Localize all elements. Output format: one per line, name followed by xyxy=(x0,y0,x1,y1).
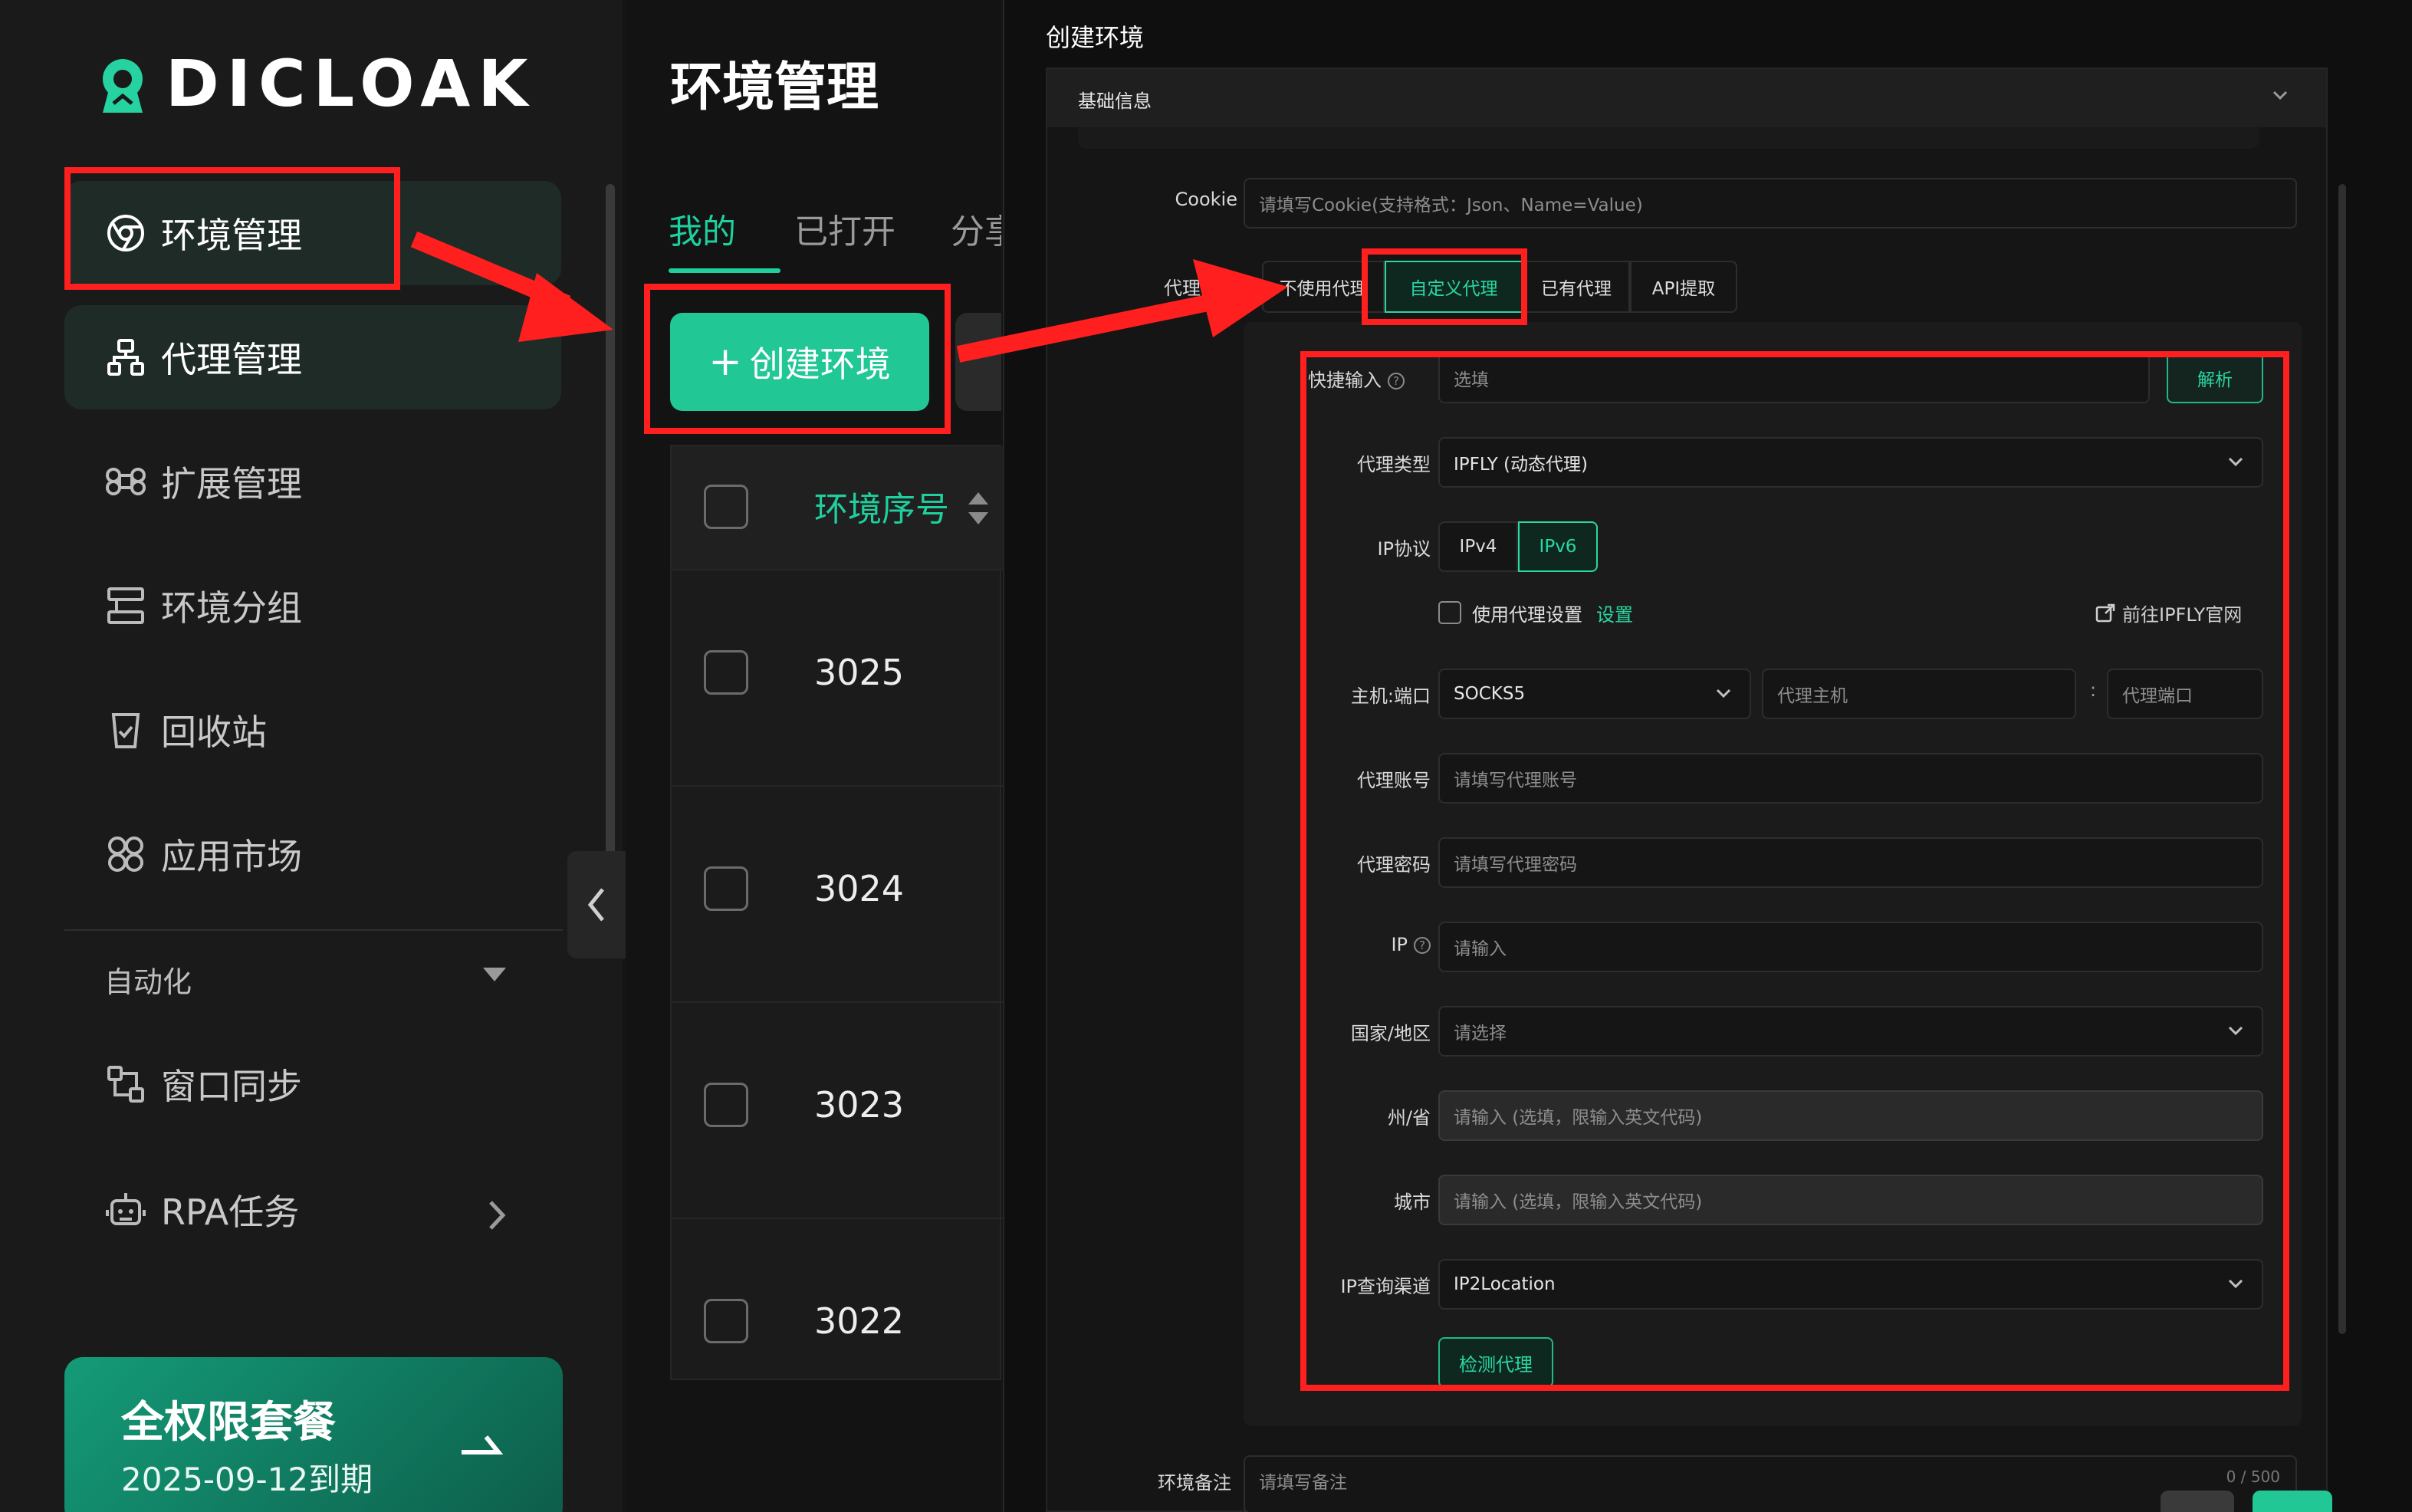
sidebar-divider xyxy=(64,929,563,931)
automation-group-title[interactable]: 自动化 xyxy=(104,958,192,1001)
sidebar-item-window-sync[interactable]: 窗口同步 xyxy=(64,1032,561,1136)
sidebar-item-env-group[interactable]: 环境分组 xyxy=(64,554,561,658)
sort-icon[interactable] xyxy=(967,491,990,526)
cookie-label: Cookie? xyxy=(1093,189,1260,210)
env-id: 3022 xyxy=(814,1300,905,1342)
env-id: 3023 xyxy=(814,1084,905,1126)
section-basic-info-label: 基础信息 xyxy=(1078,90,1152,112)
env-id: 3025 xyxy=(814,652,905,693)
env-list-panel: 环境管理 我的 已打开 分享 + 创建环境 环境序号 3025 3024 302… xyxy=(626,0,1003,1512)
select-all-checkbox[interactable] xyxy=(704,485,748,529)
cookie-label-text: Cookie xyxy=(1175,189,1237,210)
sidebar-item-label: 环境分组 xyxy=(161,587,302,629)
tab-opened[interactable]: 已打开 xyxy=(794,204,895,253)
sync-icon xyxy=(103,1061,149,1107)
brand-name: DICLOAK xyxy=(166,46,536,121)
sidebar-item-label: 应用市场 xyxy=(161,836,302,877)
apps-icon xyxy=(103,831,149,877)
proxy-option-label: 不使用代理 xyxy=(1279,279,1368,299)
table-row[interactable]: 3025 xyxy=(672,569,1003,785)
sidebar-item-label: 回收站 xyxy=(161,712,267,753)
collapse-sidebar-button[interactable] xyxy=(567,851,626,958)
sidebar-item-label: 代理管理 xyxy=(161,339,302,380)
page-title: 环境管理 xyxy=(670,58,879,118)
robot-icon xyxy=(103,1187,149,1233)
table-row[interactable]: 3023 xyxy=(672,1001,1003,1218)
highlight-create-env xyxy=(644,284,951,434)
note-placeholder: 请填写备注 xyxy=(1259,1473,1347,1493)
confirm-button[interactable] xyxy=(2253,1491,2332,1512)
note-label: 环境备注 xyxy=(1158,1472,1231,1494)
proxy-setting-label-text: 代理设置 xyxy=(1164,278,1237,299)
arrow-right-icon xyxy=(462,1435,504,1454)
table-row[interactable]: 3022 xyxy=(672,1218,1003,1434)
sidebar-item-label: RPA任务 xyxy=(161,1192,300,1233)
active-tab-indicator xyxy=(669,268,780,273)
drawer-scrollbar[interactable] xyxy=(2338,184,2346,1334)
drawer-title: 创建环境 xyxy=(1046,23,1145,52)
cookie-input[interactable]: 请填写Cookie(支持格式：Json、Name=Value) xyxy=(1244,178,2297,228)
env-table: 环境序号 3025 3024 3023 3022 xyxy=(670,445,1003,1380)
sidebar-item-label: 窗口同步 xyxy=(161,1066,302,1107)
tab-shared[interactable]: 分享 xyxy=(951,204,1001,253)
sidebar-item-recycle-bin[interactable]: 回收站 xyxy=(64,678,561,782)
plan-title: 全权限套餐 xyxy=(121,1398,336,1448)
cookie-placeholder: 请填写Cookie(支持格式：Json、Name=Value) xyxy=(1259,196,1643,215)
row-checkbox[interactable] xyxy=(704,866,748,911)
secondary-button[interactable] xyxy=(955,313,1001,411)
tab-mine[interactable]: 我的 xyxy=(669,204,736,253)
row-checkbox[interactable] xyxy=(704,1299,748,1343)
highlight-env-management xyxy=(64,167,400,290)
column-header-env-id[interactable]: 环境序号 xyxy=(814,482,949,531)
proxy-option-label: API提取 xyxy=(1651,279,1716,299)
brand-logo: DICLOAK xyxy=(90,46,535,121)
proxy-option-label: 已有代理 xyxy=(1541,279,1612,299)
table-row[interactable]: 3024 xyxy=(672,785,1003,1001)
sidebar-item-label: 扩展管理 xyxy=(161,463,302,505)
sidebar-scrollbar[interactable] xyxy=(606,184,615,874)
note-input[interactable]: 请填写备注 0 / 500 xyxy=(1244,1455,2297,1512)
plan-card[interactable]: 全权限套餐 2025-09-12到期 xyxy=(64,1357,563,1512)
note-counter: 0 / 500 xyxy=(2226,1468,2280,1486)
proxy-option-api[interactable]: API提取 xyxy=(1630,261,1737,313)
plan-expiry: 2025-09-12到期 xyxy=(121,1461,373,1498)
row-checkbox[interactable] xyxy=(704,1083,748,1127)
proxy-setting-label: 代理设置? xyxy=(1093,273,1260,300)
highlight-proxy-config xyxy=(1300,351,2289,1391)
row-checkbox[interactable] xyxy=(704,650,748,695)
help-icon[interactable]: ? xyxy=(1244,281,1260,297)
chevron-right-icon[interactable] xyxy=(481,1196,512,1234)
proxy-option-existing[interactable]: 已有代理 xyxy=(1523,261,1630,313)
table-header: 环境序号 xyxy=(672,446,1003,569)
env-id: 3024 xyxy=(814,868,905,909)
group-icon xyxy=(103,583,149,629)
chevron-down-icon xyxy=(2272,90,2288,100)
highlight-custom-proxy xyxy=(1362,248,1527,325)
logo-mark-icon xyxy=(103,59,143,113)
collapsed-strip xyxy=(1078,127,2259,149)
proxy-icon xyxy=(103,334,149,380)
sidebar-item-proxy-management[interactable]: 代理管理 xyxy=(64,305,561,409)
trash-icon xyxy=(103,707,149,753)
section-basic-info-header[interactable]: 基础信息 xyxy=(1047,69,2326,127)
chevron-left-icon xyxy=(587,888,604,922)
caret-down-icon[interactable] xyxy=(483,968,506,981)
sidebar-item-app-market[interactable]: 应用市场 xyxy=(64,802,561,906)
sidebar-item-extension-management[interactable]: 扩展管理 xyxy=(64,429,561,534)
cancel-button[interactable] xyxy=(2161,1491,2234,1512)
command-icon xyxy=(103,459,149,505)
